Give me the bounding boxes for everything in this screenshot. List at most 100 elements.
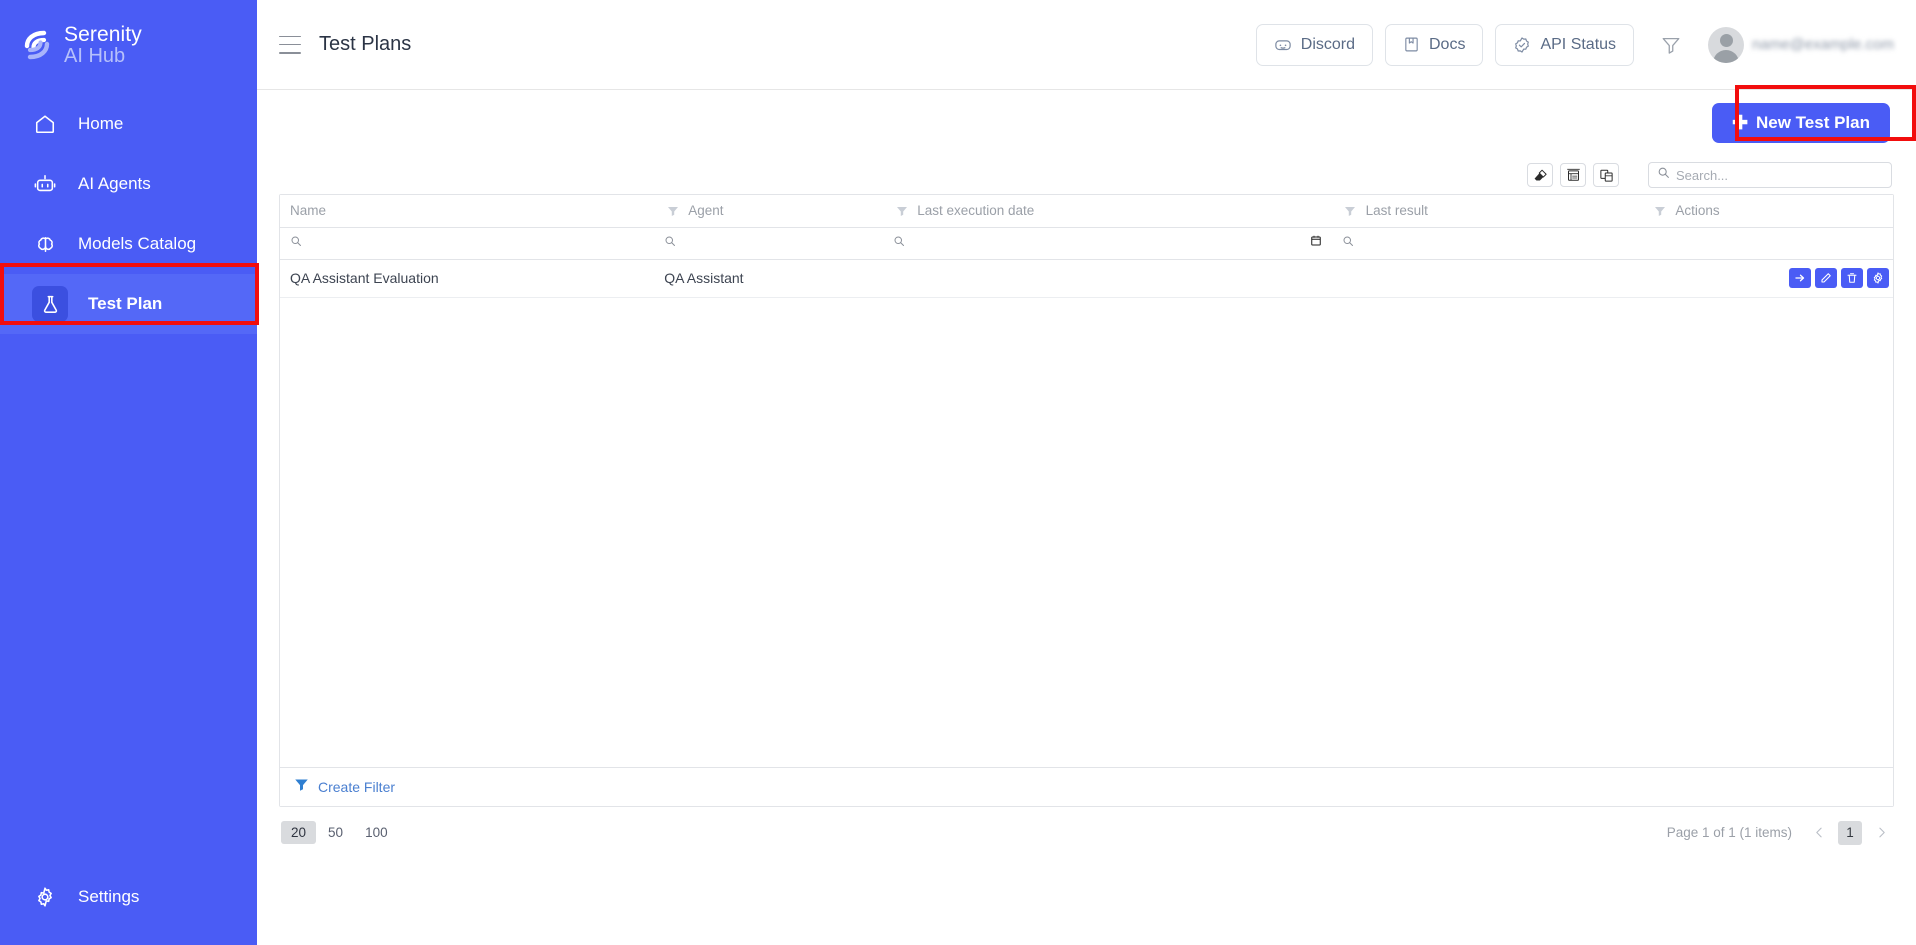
sidebar-item-ai-agents[interactable]: AI Agents xyxy=(0,154,257,214)
grid-empty-space xyxy=(280,297,1893,768)
filter-input-agent[interactable] xyxy=(683,235,874,251)
page-size-selector: 20 50 100 xyxy=(281,821,398,844)
sidebar-item-settings[interactable]: Settings xyxy=(0,867,257,927)
discord-button-label: Discord xyxy=(1300,35,1355,53)
funnel-icon[interactable] xyxy=(1660,34,1682,56)
column-header-label: Agent xyxy=(688,203,724,219)
cell-last-execution-date xyxy=(883,259,1332,298)
funnel-icon[interactable] xyxy=(664,205,681,217)
search-input[interactable] xyxy=(1676,167,1883,183)
settings-test-plan-button[interactable] xyxy=(1867,268,1889,288)
column-header-name[interactable]: Name xyxy=(280,195,655,228)
page-size-20[interactable]: 20 xyxy=(281,821,317,844)
grid-toolbar xyxy=(279,156,1894,194)
sidebar-nav: Home AI Agents Models Catalog Test Plan xyxy=(0,94,257,334)
filter-cell-last-execution-date[interactable] xyxy=(883,227,1332,260)
create-filter-label: Create Filter xyxy=(318,778,396,795)
create-filter-button[interactable]: Create Filter xyxy=(280,767,1893,806)
funnel-icon[interactable] xyxy=(893,205,910,217)
page-title: Test Plans xyxy=(319,33,412,55)
cell-name: QA Assistant Evaluation xyxy=(280,259,655,298)
sidebar-item-label: Home xyxy=(78,114,124,133)
test-plans-grid: Name Agent Last execution date Last resu… xyxy=(279,194,1894,807)
brand-title: Serenity xyxy=(64,23,142,46)
api-status-button[interactable]: API Status xyxy=(1495,23,1635,66)
docs-button-label: Docs xyxy=(1429,35,1466,53)
sidebar-item-test-plan[interactable]: Test Plan xyxy=(0,274,257,334)
table-body: QA Assistant Evaluation QA Assistant xyxy=(280,259,1893,298)
user-email: name@example.com xyxy=(1752,36,1894,53)
filter-cell-agent[interactable] xyxy=(654,227,884,260)
check-badge-icon xyxy=(1513,36,1531,54)
column-chooser-icon[interactable] xyxy=(1593,163,1619,187)
robot-icon xyxy=(32,171,58,197)
table-row[interactable]: QA Assistant Evaluation QA Assistant xyxy=(280,259,1893,298)
sidebar-item-label: Settings xyxy=(78,887,140,906)
page-size-50[interactable]: 50 xyxy=(318,821,353,844)
flask-icon xyxy=(32,286,68,322)
funnel-icon[interactable] xyxy=(1342,205,1359,217)
discord-button[interactable]: Discord xyxy=(1255,23,1373,66)
search-icon xyxy=(893,234,905,252)
fit-columns-icon[interactable] xyxy=(1560,163,1586,187)
brand-subtitle: AI Hub xyxy=(64,45,126,67)
brain-icon xyxy=(32,231,58,257)
delete-test-plan-button[interactable] xyxy=(1841,268,1863,288)
run-test-plan-button[interactable] xyxy=(1789,268,1811,288)
sidebar-item-home[interactable]: Home xyxy=(0,94,257,154)
filter-cell-actions xyxy=(1641,227,1893,260)
page-number-1[interactable]: 1 xyxy=(1838,820,1862,845)
sidebar: Serenity AI Hub Home AI Agents Models Ca… xyxy=(0,0,257,945)
funnel-icon xyxy=(294,777,309,797)
plus-icon: ✚ xyxy=(1732,112,1748,134)
filter-input-name[interactable] xyxy=(309,235,645,251)
chevron-right-icon[interactable] xyxy=(1870,822,1892,844)
search-icon xyxy=(664,234,676,252)
new-test-plan-button[interactable]: ✚ New Test Plan xyxy=(1712,103,1890,143)
column-header-last-result[interactable]: Last result xyxy=(1331,195,1642,228)
grid-search[interactable] xyxy=(1648,162,1892,188)
filter-cell-last-result[interactable] xyxy=(1331,227,1642,260)
main-area: Test Plans Discord Docs API Status name@… xyxy=(257,0,1916,945)
discord-icon xyxy=(1274,36,1292,54)
edit-test-plan-button[interactable] xyxy=(1815,268,1837,288)
filter-input-last-result[interactable] xyxy=(1360,235,1632,251)
column-header-label: Actions xyxy=(1675,203,1720,219)
calendar-icon[interactable] xyxy=(1310,234,1322,252)
column-header-label: Name xyxy=(290,203,327,219)
pagination-info: Page 1 of 1 (1 items) xyxy=(1666,825,1792,840)
sidebar-item-models-catalog[interactable]: Models Catalog xyxy=(0,214,257,274)
api-status-button-label: API Status xyxy=(1540,35,1617,53)
pagination: 20 50 100 Page 1 of 1 (1 items) 1 xyxy=(279,811,1894,855)
hamburger-icon[interactable] xyxy=(279,35,301,54)
cell-last-result xyxy=(1331,259,1642,298)
topbar: Test Plans Discord Docs API Status name@… xyxy=(257,0,1916,90)
column-header-actions[interactable]: Actions xyxy=(1641,195,1893,228)
clear-filters-icon[interactable] xyxy=(1527,163,1553,187)
avatar xyxy=(1708,26,1745,63)
search-icon xyxy=(1342,234,1354,252)
new-test-plan-label: New Test Plan xyxy=(1756,113,1870,132)
docs-button[interactable]: Docs xyxy=(1385,23,1484,66)
table-header-row: Name Agent Last execution date Last resu… xyxy=(280,195,1893,228)
user-menu[interactable]: name@example.com xyxy=(1708,26,1894,63)
pagination-nav: 1 xyxy=(1808,820,1892,845)
search-icon xyxy=(290,234,302,252)
cell-actions xyxy=(1641,259,1893,298)
filter-input-last-execution-date[interactable] xyxy=(912,235,1303,251)
table-filter-row xyxy=(280,227,1893,260)
filter-cell-name[interactable] xyxy=(280,227,655,260)
column-header-agent[interactable]: Agent xyxy=(654,195,884,228)
sidebar-item-label: Models Catalog xyxy=(78,234,197,253)
chevron-left-icon[interactable] xyxy=(1808,822,1830,844)
brand-logo[interactable]: Serenity AI Hub xyxy=(0,0,257,72)
column-header-last-execution-date[interactable]: Last execution date xyxy=(883,195,1332,228)
page-size-100[interactable]: 100 xyxy=(355,821,398,844)
serenity-logo-icon xyxy=(20,28,54,62)
funnel-icon[interactable] xyxy=(1651,205,1668,217)
book-icon xyxy=(1403,36,1420,53)
cell-agent: QA Assistant xyxy=(654,259,884,298)
sidebar-item-label: Test Plan xyxy=(88,294,163,313)
sidebar-bottom-nav: Settings xyxy=(0,867,257,945)
test-plans-table: Name Agent Last execution date Last resu… xyxy=(280,195,1893,298)
